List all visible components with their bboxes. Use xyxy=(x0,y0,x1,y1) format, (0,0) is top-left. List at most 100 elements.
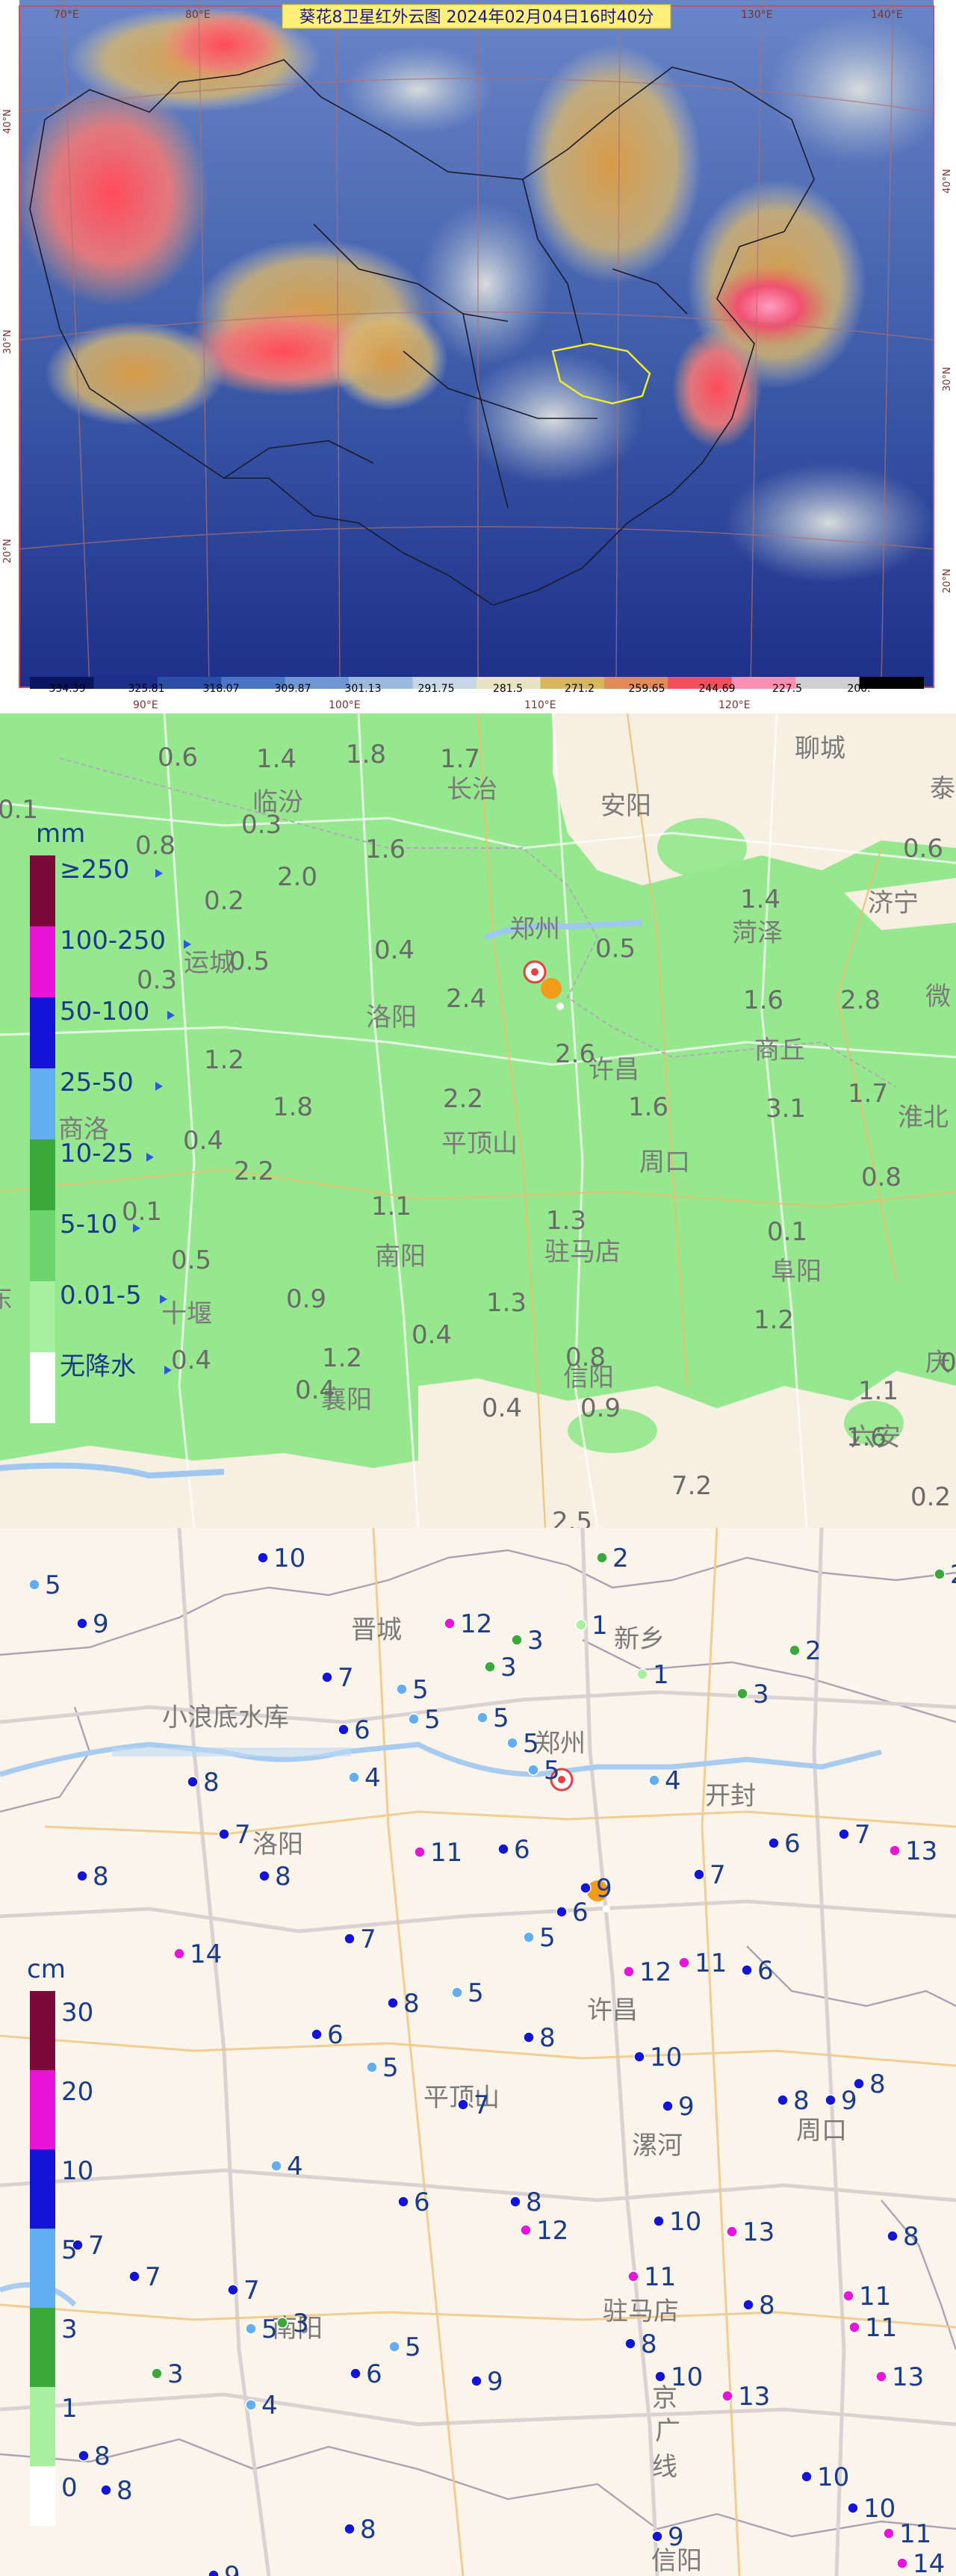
rainfall-value: 1.8 xyxy=(346,740,386,770)
rainfall-value: 0.4 xyxy=(374,935,415,965)
station-dot xyxy=(311,2028,323,2040)
snow-depth-value: 5 xyxy=(261,2315,278,2344)
station-dot xyxy=(344,2523,356,2535)
rainfall-value: 0.4 xyxy=(482,1393,522,1423)
station-dot xyxy=(257,1552,269,1564)
legend-label: 25-50 xyxy=(60,1068,134,1097)
rainfall-value: 1.3 xyxy=(486,1288,527,1318)
station-dot xyxy=(887,2230,898,2242)
rainfall-value: 0.6 xyxy=(158,743,198,773)
legend-label: 3 xyxy=(61,2315,78,2344)
station-dot xyxy=(321,1671,333,1683)
rainfall-value: 0.4 xyxy=(412,1320,452,1350)
rainfall-value: 1.6 xyxy=(365,835,406,864)
city-label: 广 xyxy=(655,2416,680,2446)
legend-label: 30 xyxy=(61,1998,93,2028)
snow-depth-value: 8 xyxy=(539,2023,556,2053)
snow-depth-value: 2 xyxy=(612,1544,629,1573)
legend-swatch xyxy=(30,2466,55,2526)
snow-depth-value: 5 xyxy=(468,1978,484,2008)
snow-depth-value: 7 xyxy=(243,2276,260,2306)
station-dot xyxy=(457,2099,469,2111)
rainfall-value: 1.7 xyxy=(848,1079,888,1109)
snow-depth-value: 6 xyxy=(784,1829,801,1859)
lat-label: 40°N xyxy=(2,109,13,134)
rainfall-value: 1.8 xyxy=(273,1092,313,1122)
rainfall-value: 1.6 xyxy=(628,1092,668,1122)
station-dot xyxy=(934,1568,946,1580)
legend-label: ≥250 xyxy=(60,855,129,885)
legend-unit: mm xyxy=(36,819,85,849)
rainfall-value: 0.3 xyxy=(241,810,282,840)
snow-depth-value: 8 xyxy=(94,2442,111,2471)
rain-panel: 临汾 长治 安阳 聊城泰运城 郑州 菏泽 济宁 洛阳 许昌 商丘微商洛 平顶山 周口 淮北 南阳 驻马店 阜阳… xyxy=(0,713,956,1528)
station-dot xyxy=(523,2031,535,2043)
station-dot xyxy=(397,2196,409,2208)
station-dot xyxy=(208,2569,220,2576)
rainfall-value: 3.1 xyxy=(766,1094,806,1124)
snow-depth-value: 8 xyxy=(793,2086,810,2116)
station-dot xyxy=(151,2368,163,2380)
city-label: 许昌 xyxy=(587,1996,638,2025)
snow-depth-value: 9 xyxy=(93,1609,109,1639)
legend-swatch xyxy=(30,1991,55,2070)
snow-depth-value: 8 xyxy=(275,1862,291,1892)
zhengzhou-marker xyxy=(523,960,547,984)
rainfall-value: 0.3 xyxy=(137,965,177,995)
snow-depth-value: 8 xyxy=(360,2515,376,2545)
rainfall-value: 2.8 xyxy=(840,985,881,1015)
city-label: 周口 xyxy=(639,1148,690,1177)
scale-value: 281.5 xyxy=(493,683,523,695)
scale-value: 318.07 xyxy=(203,683,240,695)
snow-depth-value: 11 xyxy=(899,2519,931,2549)
snow-depth-value: 11 xyxy=(859,2282,891,2312)
legend-label: 无降水 xyxy=(60,1352,136,1381)
city-label: 晋城 xyxy=(351,1615,402,1645)
rainfall-value: 0.8 xyxy=(135,831,176,861)
snow-depth-value: 4 xyxy=(287,2152,303,2182)
legend-swatch xyxy=(30,2229,55,2308)
station-dot xyxy=(471,2375,482,2387)
snow-depth-value: 3 xyxy=(293,2309,309,2338)
lat-label: 40°N xyxy=(942,169,953,193)
station-dot xyxy=(509,2196,521,2208)
station-dot xyxy=(78,2450,90,2462)
satellite-image: 葵花8卫星红外云图 2024年02月04日16时40分 70°E 80°E 13… xyxy=(2,0,953,711)
lon-label: 140°E xyxy=(871,9,903,21)
snow-depth-value: 14 xyxy=(190,1939,222,1969)
station-dot xyxy=(344,1933,356,1945)
legend-swatch xyxy=(30,2149,55,2229)
station-dot xyxy=(883,2527,895,2539)
satellite-title: 葵花8卫星红外云图 2024年02月04日16时40分 xyxy=(299,8,654,27)
station-dot xyxy=(414,1846,426,1858)
snow-depth-value: 11 xyxy=(644,2262,676,2292)
snow-depth-value: 5 xyxy=(412,1675,429,1705)
snow-depth-value: 10 xyxy=(863,2494,896,2524)
legend-swatch xyxy=(30,1352,55,1423)
station-dot xyxy=(838,1828,850,1840)
snow-depth-value: 11 xyxy=(865,2313,897,2343)
snow-depth-value: 5 xyxy=(493,1703,509,1733)
legend-swatch xyxy=(30,855,55,926)
station-dot xyxy=(651,2530,663,2542)
snow-depth-value: 7 xyxy=(88,2231,105,2261)
snow-depth-value: 13 xyxy=(738,2382,770,2412)
scale-value: 325.81 xyxy=(128,683,165,695)
snow-depth-value: 12 xyxy=(460,1609,492,1639)
scale-value: 244.69 xyxy=(699,683,736,695)
rainfall-value: 0.1 xyxy=(767,1217,807,1247)
station-dot xyxy=(523,1931,535,1943)
station-dot xyxy=(648,1774,660,1786)
satellite-panel: 葵花8卫星红外云图 2024年02月04日16时40分 70°E 80°E 13… xyxy=(0,0,956,713)
snow-depth-value: 11 xyxy=(430,1838,462,1868)
rainfall-value: 0.9 xyxy=(286,1284,326,1314)
city-label: 洛阳 xyxy=(252,1830,303,1860)
station-dot xyxy=(575,1619,587,1631)
snow-depth-value: 9 xyxy=(841,2086,857,2116)
city-label: 十堰 xyxy=(161,1299,212,1329)
station-dot xyxy=(556,1906,568,1918)
snow-depth-value: 5 xyxy=(405,2332,421,2362)
city-label: 线 xyxy=(652,2452,677,2482)
snow-depth-value: 1 xyxy=(653,1660,669,1690)
rainfall-value: 0 xyxy=(940,1348,956,1378)
